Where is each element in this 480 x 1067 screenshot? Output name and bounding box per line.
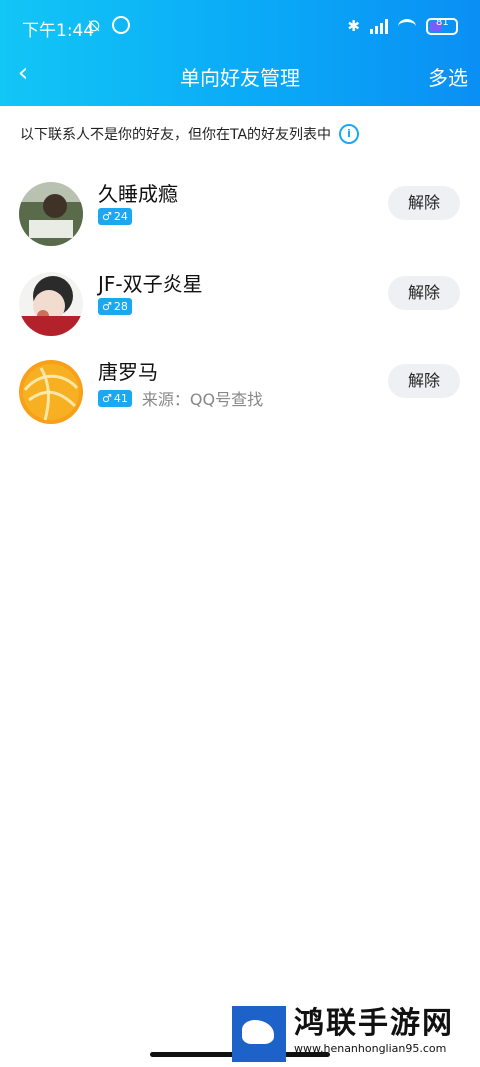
contact-row[interactable]: 久睡成瘾 ♂ 24 解除 [0,182,480,274]
contact-meta: ♂ 28 [98,298,132,315]
mute-icon: ⦰ [88,17,101,35]
watermark: 鸿联手游网 www.henanhonglian95.com [232,1006,477,1062]
contact-name: 唐罗马 [98,360,158,384]
contact-meta: ♂ 24 [98,208,132,225]
watermark-url: www.henanhonglian95.com [294,1042,447,1055]
notice-text: 以下联系人不是你的好友，但你在TA的好友列表中 [20,127,332,143]
contact-row[interactable]: 唐罗马 ♂ 41 来源：QQ号查找 解除 [0,360,480,452]
gender-age-badge: ♂ 41 [98,389,132,407]
contact-name: 久睡成瘾 [98,182,178,206]
status-bar: 下午1:44 ⦰ ✱ 81 [0,0,480,54]
battery-icon: 81 [426,16,458,35]
gender-age-badge: ♂ 24 [98,208,132,225]
alarm-icon [112,16,130,34]
navbar: ‹ 单向好友管理 多选 [0,54,480,98]
watermark-title: 鸿联手游网 [294,1006,454,1041]
contact-row[interactable]: JF-双子炎星 ♂ 28 解除 [0,272,480,364]
contact-name: JF-双子炎星 [98,272,203,296]
gender-age-badge: ♂ 28 [98,298,132,315]
notice: 以下联系人不是你的好友，但你在TA的好友列表中 i [20,124,360,144]
avatar[interactable] [19,272,83,336]
male-icon: ♂ [102,391,112,405]
watermark-logo [232,1006,286,1062]
male-icon: ♂ [102,210,112,223]
wifi-icon [398,18,416,34]
avatar[interactable] [19,182,83,246]
male-icon: ♂ [102,300,112,313]
header: 下午1:44 ⦰ ✱ 81 ‹ 单向好友管理 多选 [0,0,480,106]
remove-button[interactable]: 解除 [388,276,460,310]
signal-icon [370,18,388,34]
remove-button[interactable]: 解除 [388,186,460,220]
contact-source: 来源：QQ号查找 [141,390,264,409]
avatar[interactable] [19,360,83,424]
battery-level: 81 [436,16,449,28]
multi-select-button[interactable]: 多选 [428,62,468,91]
info-icon[interactable]: i [339,124,360,144]
page-title: 单向好友管理 [180,66,300,90]
remove-button[interactable]: 解除 [388,364,460,398]
bluetooth-icon: ✱ [347,17,360,35]
status-icons: ✱ 81 [347,17,458,35]
status-time: 下午1:44 [22,21,95,41]
contact-meta: ♂ 41 来源：QQ号查找 [98,386,263,410]
